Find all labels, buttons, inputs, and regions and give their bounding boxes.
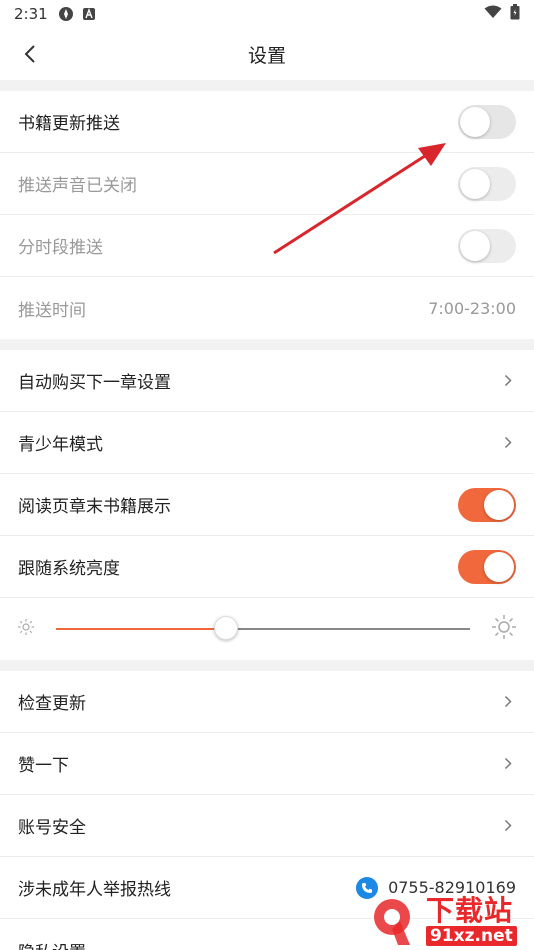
- timed-push-toggle[interactable]: [458, 228, 516, 263]
- brightness-slider[interactable]: [56, 616, 470, 640]
- like-label: 赞一下: [18, 756, 69, 776]
- watermark-big-text: 下载站: [426, 894, 514, 927]
- account-security-label: 账号安全: [18, 818, 86, 838]
- chapter-end-books-label: 阅读页章末书籍展示: [18, 497, 171, 517]
- vpn-icon: [58, 6, 74, 22]
- brightness-low-icon: [16, 617, 36, 641]
- privacy-settings-label: 隐私设置: [18, 938, 86, 950]
- chevron-right-icon: [500, 756, 516, 772]
- back-button[interactable]: [14, 38, 46, 70]
- page-title: 设置: [247, 44, 286, 67]
- chevron-right-icon: [500, 373, 516, 389]
- chevron-right-icon: [500, 694, 516, 710]
- push-section: 书籍更新推送 推送声音已关闭 分时段推送 推送时间 7:00-23:00: [0, 91, 534, 339]
- row-push-sound: 推送声音已关闭: [0, 153, 534, 215]
- push-time-label: 推送时间: [18, 300, 86, 321]
- back-arrow-icon: [24, 45, 35, 63]
- chapter-end-books-toggle[interactable]: [458, 487, 516, 522]
- chevron-right-icon: [500, 818, 516, 834]
- auto-buy-label: 自动购买下一章设置: [18, 373, 171, 393]
- status-time: 2:31: [14, 5, 48, 23]
- brightness-slider-row: [0, 598, 534, 660]
- notification-a-icon: [82, 7, 96, 21]
- brightness-slider-fill: [56, 628, 226, 630]
- watermark-small-text: 91xz.net: [426, 926, 517, 946]
- row-like[interactable]: 赞一下: [0, 733, 534, 795]
- status-right: [484, 4, 520, 24]
- row-book-update-push: 书籍更新推送: [0, 91, 534, 153]
- push-time-value: 7:00-23:00: [428, 298, 516, 318]
- follow-brightness-toggle[interactable]: [458, 549, 516, 584]
- row-timed-push: 分时段推送: [0, 215, 534, 277]
- watermark-logo-icon: [370, 895, 422, 947]
- check-update-label: 检查更新: [18, 694, 86, 714]
- follow-brightness-label: 跟随系统亮度: [18, 559, 120, 579]
- reading-section: 自动购买下一章设置 青少年模式 阅读页章末书籍展示 跟随系统亮度: [0, 350, 534, 660]
- battery-icon: [510, 4, 520, 24]
- row-push-time[interactable]: 推送时间 7:00-23:00: [0, 277, 534, 339]
- wifi-icon: [484, 5, 502, 23]
- row-auto-buy[interactable]: 自动购买下一章设置: [0, 350, 534, 412]
- brightness-high-icon: [490, 613, 518, 645]
- header: 设置: [0, 28, 534, 80]
- row-check-update[interactable]: 检查更新: [0, 671, 534, 733]
- push-sound-toggle[interactable]: [458, 166, 516, 201]
- minor-report-hotline-label: 涉未成年人举报热线: [18, 880, 171, 900]
- book-update-push-label: 书籍更新推送: [18, 114, 120, 134]
- brightness-slider-thumb[interactable]: [213, 616, 238, 640]
- row-account-security[interactable]: 账号安全: [0, 795, 534, 857]
- timed-push-label: 分时段推送: [18, 238, 103, 258]
- status-bar: 2:31: [0, 0, 534, 28]
- chevron-right-icon: [500, 435, 516, 451]
- row-teen-mode[interactable]: 青少年模式: [0, 412, 534, 474]
- row-follow-brightness: 跟随系统亮度: [0, 536, 534, 598]
- watermark: 下载站 91xz.net: [370, 892, 530, 950]
- row-chapter-end-books: 阅读页章末书籍展示: [0, 474, 534, 536]
- teen-mode-label: 青少年模式: [18, 435, 103, 455]
- book-update-push-toggle[interactable]: [458, 104, 516, 139]
- push-sound-label: 推送声音已关闭: [18, 176, 137, 196]
